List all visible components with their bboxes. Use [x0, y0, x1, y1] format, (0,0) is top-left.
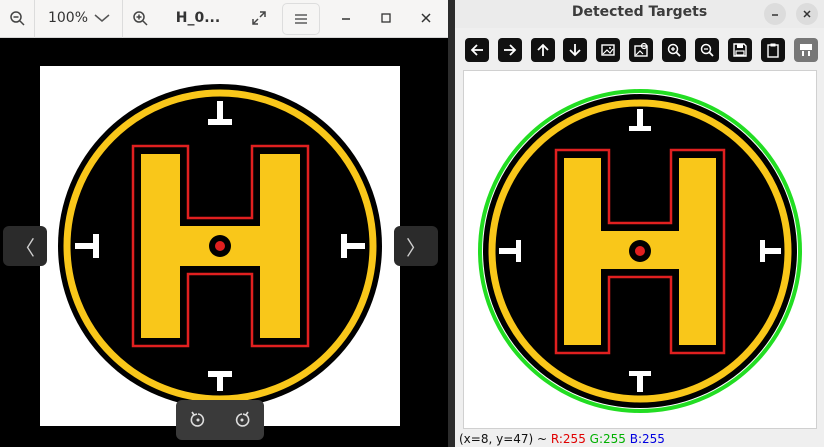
rotate-left-icon[interactable]	[189, 411, 207, 429]
image-properties-icon	[634, 42, 648, 57]
chevron-left-icon: 〈	[15, 235, 35, 260]
zoom-in-icon	[667, 43, 681, 57]
detection-canvas[interactable]	[463, 70, 817, 429]
close-icon	[421, 13, 431, 23]
detected-helipad-image	[478, 89, 802, 413]
zoom-in-icon	[133, 11, 148, 26]
save-button[interactable]	[728, 38, 752, 62]
arrow-right-icon	[504, 44, 517, 56]
displayed-image	[40, 66, 400, 426]
zoom-out-icon	[10, 11, 25, 26]
fullscreen-icon	[252, 11, 266, 25]
green-value: G:255	[589, 432, 626, 446]
fit-image-button[interactable]	[596, 38, 620, 62]
separator	[34, 0, 35, 38]
properties-button[interactable]	[794, 38, 818, 62]
zoom-out-icon	[700, 43, 714, 57]
image-viewer-window: 100% H_0... 〈 〉	[0, 0, 448, 447]
window-title: H_0...	[168, 1, 228, 35]
file-title: H_0...	[175, 10, 221, 26]
clipboard-icon	[767, 43, 779, 58]
arrow-left-icon	[470, 44, 483, 56]
red-value: R:255	[550, 432, 586, 446]
close-button[interactable]	[414, 1, 438, 35]
blue-value: B:255	[629, 432, 665, 446]
pan-left-button[interactable]	[465, 38, 489, 62]
zoom-out-button[interactable]	[2, 1, 32, 35]
close-icon	[803, 10, 811, 18]
minimize-button[interactable]	[334, 1, 358, 35]
maximize-button[interactable]	[374, 1, 398, 35]
fullscreen-button[interactable]	[242, 1, 276, 35]
detected-targets-window: Detected Targets (x=8, y=47) ~ R:255 G:2…	[455, 0, 824, 447]
maximize-icon	[381, 13, 391, 23]
arrow-down-icon	[569, 44, 581, 57]
zoom-value: 100%	[47, 10, 89, 26]
copy-to-clipboard-button[interactable]	[761, 38, 785, 62]
save-icon	[733, 43, 747, 57]
helipad-image	[58, 84, 382, 408]
zoom-level-dropdown[interactable]: 100%	[38, 1, 120, 35]
hamburger-menu-icon	[295, 14, 307, 24]
pan-up-button[interactable]	[531, 38, 555, 62]
rotate-controls	[176, 400, 264, 440]
chevron-right-icon: 〉	[406, 235, 426, 260]
status-bar: (x=8, y=47) ~ R:255 G:255 B:255	[459, 432, 665, 446]
previous-image-button[interactable]: 〈	[3, 226, 47, 266]
titlebar: Detected Targets	[455, 0, 824, 28]
image-icon	[601, 44, 615, 56]
pan-down-button[interactable]	[563, 38, 587, 62]
arrow-up-icon	[537, 43, 549, 56]
close-button[interactable]	[796, 3, 818, 25]
zoom-out-button[interactable]	[695, 38, 719, 62]
pan-right-button[interactable]	[498, 38, 522, 62]
zoom-in-button[interactable]	[662, 38, 686, 62]
settings-panel-icon	[800, 44, 812, 56]
minimize-button[interactable]	[764, 3, 786, 25]
chevron-down-icon	[94, 14, 110, 22]
rotate-right-icon[interactable]	[233, 411, 251, 429]
cursor-coordinates: (x=8, y=47) ~	[459, 432, 548, 446]
main-menu-button[interactable]	[282, 3, 320, 35]
zoom-in-button[interactable]	[125, 1, 155, 35]
separator	[122, 0, 123, 38]
viewer-headerbar: 100% H_0...	[0, 0, 448, 38]
minimize-icon	[772, 14, 778, 16]
toolbar	[463, 38, 823, 64]
image-properties-button[interactable]	[629, 38, 653, 62]
minimize-icon	[342, 18, 350, 20]
next-image-button[interactable]: 〉	[394, 226, 438, 266]
